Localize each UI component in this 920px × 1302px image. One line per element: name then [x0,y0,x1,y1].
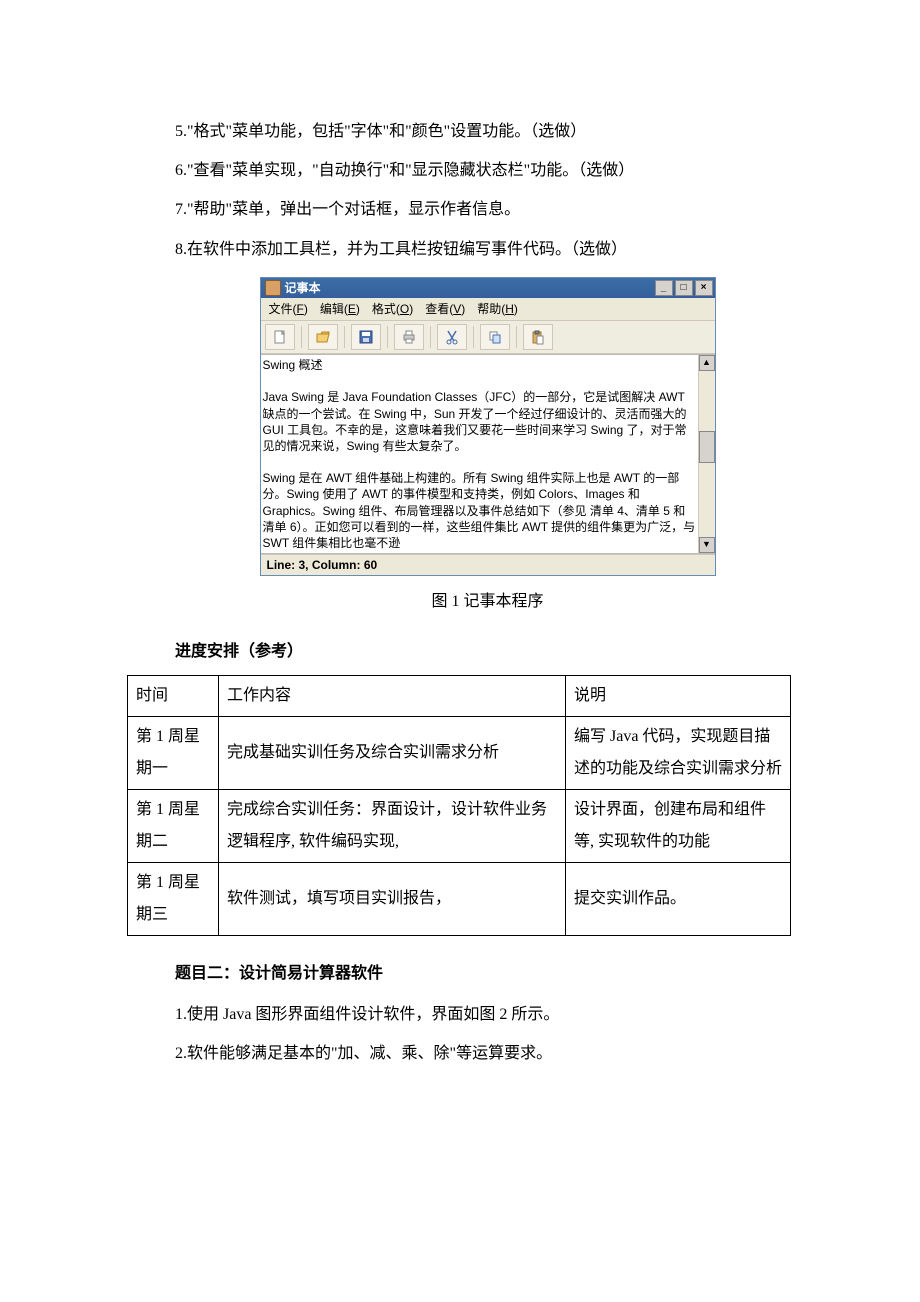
new-file-icon[interactable] [265,324,295,350]
topic-2-heading: 题目二：设计简易计算器软件 [175,956,800,991]
table-row: 第 1 周星期二 完成综合实训任务：界面设计，设计软件业务逻辑程序, 软件编码实… [128,789,791,862]
menu-format[interactable]: 格式(O) [372,301,413,317]
th-note: 说明 [566,675,791,716]
th-work: 工作内容 [219,675,566,716]
cell-work: 完成综合实训任务：界面设计，设计软件业务逻辑程序, 软件编码实现, [219,789,566,862]
schedule-heading: 进度安排（参考） [175,634,800,669]
table-row: 第 1 周星期一 完成基础实训任务及综合实训需求分析 编写 Java 代码，实现… [128,716,791,789]
scroll-thumb[interactable] [699,431,715,463]
cell-work: 软件测试，填写项目实训报告， [219,862,566,935]
requirement-7: 7."帮助"菜单，弹出一个对话框，显示作者信息。 [175,192,800,227]
topic-2-requirement-2: 2.软件能够满足基本的"加、减、乘、除"等运算要求。 [175,1036,800,1071]
th-time: 时间 [128,675,219,716]
text-area[interactable]: Swing 概述 Java Swing 是 Java Foundation Cl… [261,355,698,553]
status-bar: Line: 3, Column: 60 [261,554,715,575]
cell-note: 编写 Java 代码，实现题目描述的功能及综合实训需求分析 [566,716,791,789]
text-heading: Swing 概述 [263,358,323,372]
open-file-icon[interactable] [308,324,338,350]
table-header-row: 时间 工作内容 说明 [128,675,791,716]
app-icon [265,280,281,296]
minimize-button[interactable]: _ [655,280,673,296]
cell-work: 完成基础实训任务及综合实训需求分析 [219,716,566,789]
menu-help[interactable]: 帮助(H) [477,301,518,317]
topic-2-requirement-1: 1.使用 Java 图形界面组件设计软件，界面如图 2 所示。 [175,997,800,1032]
notepad-titlebar[interactable]: 记事本 _ □ × [261,278,715,298]
save-icon[interactable] [351,324,381,350]
maximize-button[interactable]: □ [675,280,693,296]
menu-file[interactable]: 文件(F) [269,301,308,317]
cut-icon[interactable] [437,324,467,350]
cell-note: 提交实训作品。 [566,862,791,935]
cell-note: 设计界面，创建布局和组件等, 实现软件的功能 [566,789,791,862]
table-row: 第 1 周星期三 软件测试，填写项目实训报告， 提交实训作品。 [128,862,791,935]
requirement-5: 5."格式"菜单功能，包括"字体"和"颜色"设置功能。（选做） [175,114,800,149]
scrollbar[interactable]: ▲ ▼ [698,355,715,553]
text-paragraph-1: Java Swing 是 Java Foundation Classes（JFC… [263,390,690,453]
requirement-6: 6."查看"菜单实现，"自动换行"和"显示隐藏状态栏"功能。（选做） [175,153,800,188]
cell-time: 第 1 周星期一 [128,716,219,789]
print-icon[interactable] [394,324,424,350]
scroll-up-icon[interactable]: ▲ [699,355,715,371]
menu-edit[interactable]: 编辑(E) [320,301,360,317]
requirement-8: 8.在软件中添加工具栏，并为工具栏按钮编写事件代码。（选做） [175,232,800,267]
window-title: 记事本 [285,280,321,296]
schedule-table: 时间 工作内容 说明 第 1 周星期一 完成基础实训任务及综合实训需求分析 编写… [127,675,791,936]
cell-time: 第 1 周星期二 [128,789,219,862]
text-paragraph-2: Swing 是在 AWT 组件基础上构建的。所有 Swing 组件实际上也是 A… [263,471,699,550]
cell-time: 第 1 周星期三 [128,862,219,935]
notepad-window: 记事本 _ □ × 文件(F) 编辑(E) 格式(O) 查看(V) 帮助(H) [260,277,716,577]
close-button[interactable]: × [695,280,713,296]
scroll-down-icon[interactable]: ▼ [699,537,715,553]
copy-icon[interactable] [480,324,510,350]
menu-bar: 文件(F) 编辑(E) 格式(O) 查看(V) 帮助(H) [261,298,715,321]
menu-view[interactable]: 查看(V) [425,301,465,317]
toolbar [261,321,715,354]
paste-icon[interactable] [523,324,553,350]
figure-1-caption: 图 1 记事本程序 [175,584,800,619]
